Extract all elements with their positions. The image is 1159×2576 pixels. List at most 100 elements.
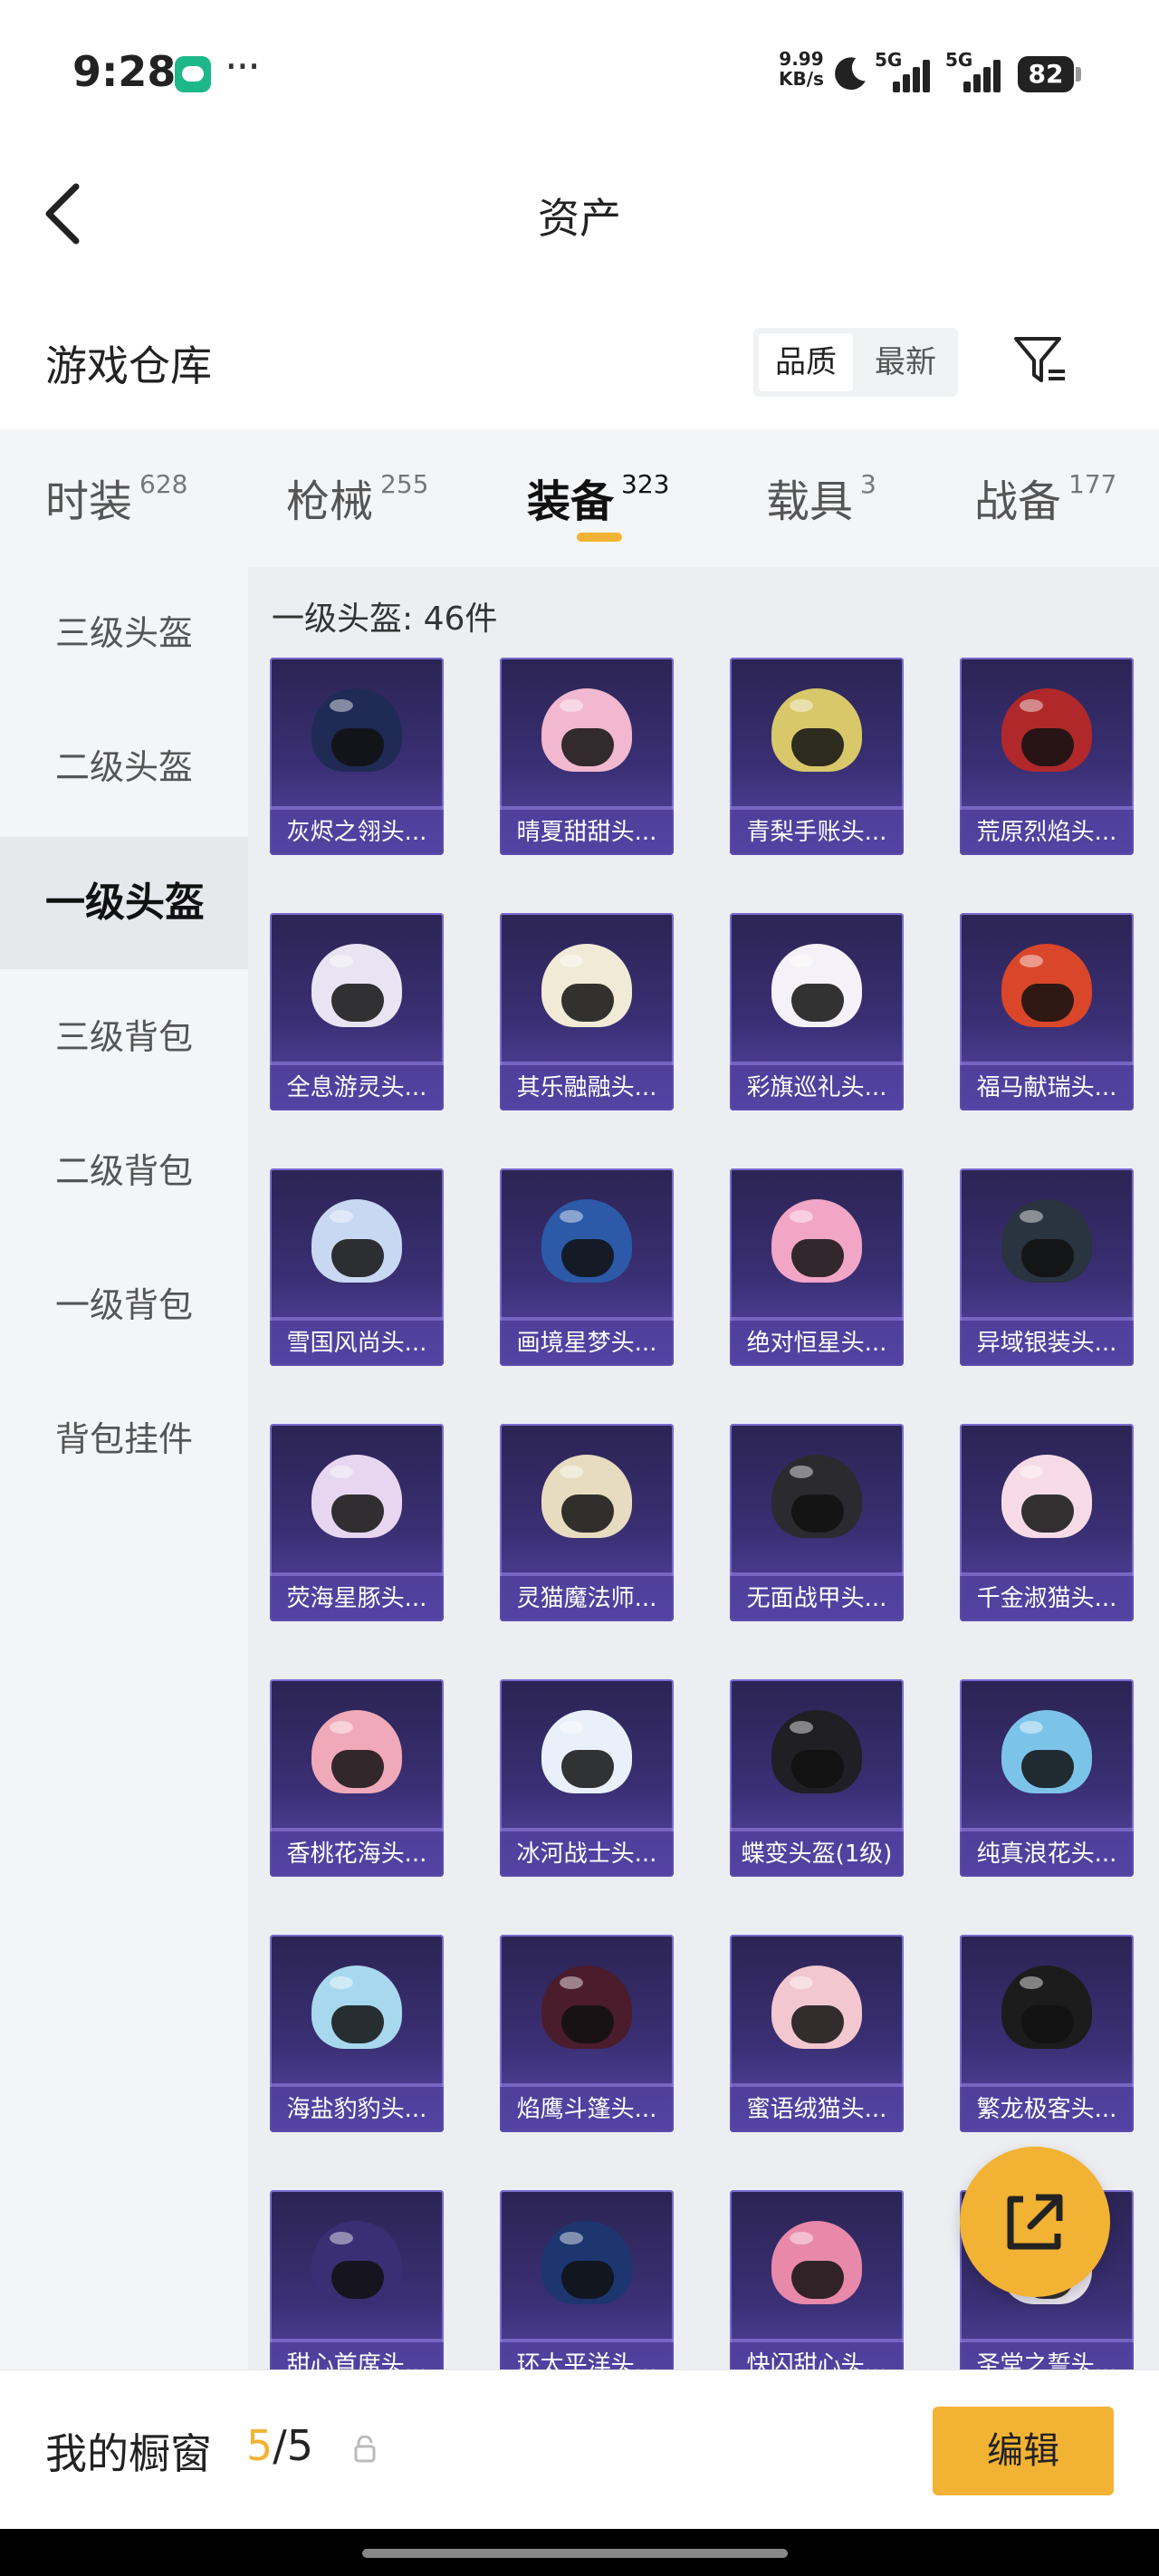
item-card[interactable]: 环太平洋头... <box>500 2190 674 2388</box>
sidebar-item-level3-backpack[interactable]: 三级背包 <box>0 971 248 1103</box>
item-card[interactable]: 晴夏甜甜头... <box>500 658 674 855</box>
helmet-image <box>541 944 632 1031</box>
helmet-image <box>1001 1710 1092 1797</box>
item-name: 画境星梦头... <box>500 1321 674 1366</box>
item-card[interactable]: 全息游灵头... <box>270 913 444 1110</box>
item-name: 灵猫魔法师... <box>500 1576 674 1621</box>
sidebar-item-backpack-charm[interactable]: 背包挂件 <box>0 1373 248 1505</box>
tab-fashion[interactable]: 时装 628 <box>45 466 187 529</box>
showcase-label: 我的橱窗 <box>45 2429 212 2478</box>
helmet-image <box>541 1199 632 1286</box>
item-name: 无面战甲头... <box>730 1576 904 1621</box>
item-card[interactable]: 焰鹰斗篷头... <box>500 1935 674 2132</box>
helmet-image <box>1001 688 1092 775</box>
item-card[interactable]: 纯真浪花头... <box>960 1679 1134 1877</box>
item-card[interactable]: 海盐豹豹头... <box>270 1935 444 2132</box>
helmet-image <box>771 688 862 775</box>
sidebar-item-level1-backpack[interactable]: 一级背包 <box>0 1239 248 1371</box>
item-name: 焰鹰斗篷头... <box>500 2087 674 2132</box>
item-grid: 一级头盔: 46件 灰烬之翎头... 晴夏甜甜头... 青梨手账头... 荒原烈焰头.… <box>248 567 1159 2388</box>
helmet-image <box>1001 1455 1092 1542</box>
tab-equipment[interactable]: 装备 323 <box>527 466 669 529</box>
item-name: 青梨手账头... <box>730 810 904 855</box>
item-card[interactable]: 冰河战士头... <box>500 1679 674 1877</box>
item-card[interactable]: 荧海星豚头... <box>270 1424 444 1621</box>
item-name: 绝对恒星头... <box>730 1321 904 1366</box>
item-name: 彩旗巡礼头... <box>730 1065 904 1110</box>
helmet-image <box>1001 1199 1092 1286</box>
item-card[interactable]: 其乐融融头... <box>500 913 674 1110</box>
item-card[interactable]: 荒原烈焰头... <box>960 658 1134 855</box>
helmet-image <box>311 944 402 1031</box>
item-name: 繁龙极客头... <box>960 2087 1134 2132</box>
sidebar-item-level3-helmet[interactable]: 三级头盔 <box>0 567 248 699</box>
tab-gear[interactable]: 战备 177 <box>974 466 1116 529</box>
item-card[interactable]: 千金淑猫头... <box>960 1424 1134 1621</box>
tab-weapons[interactable]: 枪械 255 <box>286 466 428 529</box>
item-card[interactable]: 蝶变头盔(1级) <box>730 1679 904 1877</box>
helmet-image <box>771 944 862 1031</box>
item-card[interactable]: 甜心首席头... <box>270 2190 444 2388</box>
item-card[interactable]: 繁龙极客头... <box>960 1935 1134 2132</box>
wechat-icon <box>175 56 211 92</box>
helmet-image <box>311 688 402 775</box>
helmet-image <box>311 2221 402 2308</box>
sidebar: 三级头盔 二级头盔 一级头盔 三级背包 二级背包 一级背包 背包挂件 <box>0 567 248 2379</box>
helmet-image <box>311 1199 402 1286</box>
helmet-image <box>771 1710 862 1797</box>
do-not-disturb-icon <box>835 57 866 91</box>
sidebar-item-level1-helmet[interactable]: 一级头盔 <box>0 837 248 969</box>
filter-icon[interactable] <box>1011 332 1068 389</box>
item-card[interactable]: 灵猫魔法师... <box>500 1424 674 1621</box>
item-card[interactable]: 灰烬之翎头... <box>270 658 444 855</box>
page-title: 资产 <box>538 194 621 243</box>
item-card[interactable]: 彩旗巡礼头... <box>730 913 904 1110</box>
sidebar-item-level2-helmet[interactable]: 二级头盔 <box>0 701 248 833</box>
helmet-image <box>541 1966 632 2052</box>
sort-by-newest[interactable]: 最新 <box>858 333 953 391</box>
helmet-image <box>311 1966 402 2052</box>
helmet-image <box>1001 944 1092 1031</box>
network-speed: 9.99 KB/s <box>779 48 824 90</box>
edit-button[interactable]: 编辑 <box>933 2407 1114 2495</box>
tab-vehicles[interactable]: 载具 3 <box>766 466 876 529</box>
item-card[interactable]: 异域银装头... <box>960 1168 1134 1366</box>
item-card[interactable]: 青梨手账头... <box>730 658 904 855</box>
helmet-image <box>541 1710 632 1797</box>
item-card[interactable]: 绝对恒星头... <box>730 1168 904 1366</box>
status-bar: 9:28 ··· 9.99 KB/s 5G 5G 82 <box>0 0 1159 145</box>
helmet-image <box>541 1455 632 1542</box>
sort-by-quality[interactable]: 品质 <box>759 333 853 391</box>
item-name: 全息游灵头... <box>270 1065 444 1110</box>
item-name: 福马献瑞头... <box>960 1065 1134 1110</box>
sidebar-item-level2-backpack[interactable]: 二级背包 <box>0 1105 248 1237</box>
category-tabs: 时装 628 枪械 255 装备 323 载具 3 战备 177 <box>0 429 1159 567</box>
item-card[interactable]: 蜜语绒猫头... <box>730 1935 904 2132</box>
share-button[interactable] <box>960 2147 1110 2297</box>
helmet-image <box>771 2221 862 2308</box>
item-name: 千金淑猫头... <box>960 1576 1134 1621</box>
showcase-bar: 我的橱窗 5/5 编辑 <box>0 2369 1159 2530</box>
item-name: 荒原烈焰头... <box>960 810 1134 855</box>
item-card[interactable]: 快闪甜心头... <box>730 2190 904 2388</box>
item-name: 雪国风尚头... <box>270 1321 444 1366</box>
item-name: 其乐融融头... <box>500 1065 674 1110</box>
home-indicator[interactable] <box>362 2549 788 2558</box>
battery-icon: 82 <box>1018 56 1081 92</box>
helmet-image <box>311 1455 402 1542</box>
more-notifications-icon: ··· <box>225 42 261 91</box>
grid-count-label: 一级头盔: 46件 <box>272 601 498 638</box>
item-name: 荧海星豚头... <box>270 1576 444 1621</box>
helmet-image <box>311 1710 402 1797</box>
item-card[interactable]: 香桃花海头... <box>270 1679 444 1877</box>
signal-icon-1: 5G <box>875 49 930 92</box>
active-tab-indicator <box>577 533 622 542</box>
item-card[interactable]: 无面战甲头... <box>730 1424 904 1621</box>
item-name: 异域银装头... <box>960 1321 1134 1366</box>
item-card[interactable]: 福马献瑞头... <box>960 913 1134 1110</box>
helmet-image <box>541 688 632 775</box>
item-name: 海盐豹豹头... <box>270 2087 444 2132</box>
item-name: 纯真浪花头... <box>960 1831 1134 1877</box>
item-card[interactable]: 画境星梦头... <box>500 1168 674 1366</box>
item-card[interactable]: 雪国风尚头... <box>270 1168 444 1366</box>
